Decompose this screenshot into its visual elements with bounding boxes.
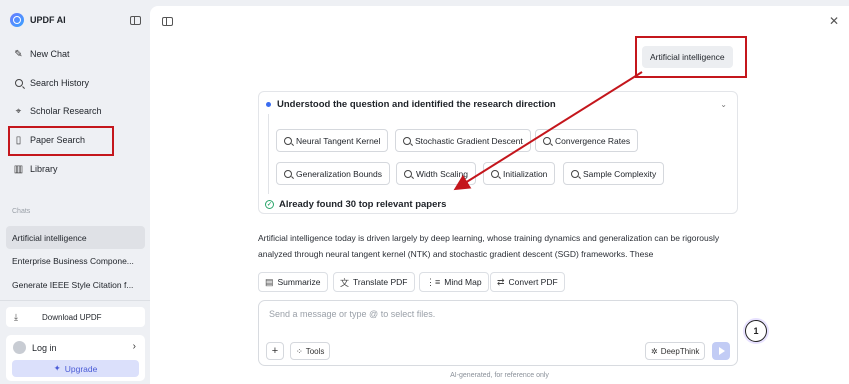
chip-label: Stochastic Gradient Descent (415, 135, 523, 146)
sidebar-item-label: Library (30, 164, 58, 174)
deepthink-icon: ✲ (651, 346, 658, 356)
search-icon (491, 169, 499, 178)
translate-pdf-button[interactable]: 文 Translate PDF (333, 272, 415, 292)
message-composer: + ⁘ Tools ✲ DeepThink (258, 300, 738, 366)
download-icon: ⤓ (14, 311, 18, 322)
found-papers-text: Already found 30 top relevant papers (279, 199, 447, 210)
library-icon: ▥ (13, 163, 24, 175)
sparkle-icon: ✦ (53, 363, 61, 373)
status-dot-icon (266, 102, 271, 107)
search-icon (404, 169, 412, 178)
sidebar-item-label: Scholar Research (30, 106, 102, 116)
paper-search-highlight (8, 126, 114, 156)
found-papers-status: ✓ Already found 30 top relevant papers (265, 199, 446, 210)
add-attachment-button[interactable]: + (266, 342, 284, 360)
sidebar-item-scholar-research[interactable]: ⌖ Scholar Research (8, 100, 144, 122)
action-label: Mind Map (444, 277, 482, 287)
chip-label: Convergence Rates (555, 135, 631, 146)
mind-map-button[interactable]: ⋮≡ Mind Map (419, 272, 489, 292)
keyword-chip[interactable]: Width Scaling (396, 162, 476, 185)
plus-icon: + (271, 345, 279, 357)
avatar (13, 341, 26, 354)
card-divider (268, 114, 269, 194)
telescope-icon: ⌖ (15, 105, 22, 117)
action-label: Summarize (277, 277, 321, 287)
search-icon (571, 169, 579, 178)
step-number-badge: 1 (745, 320, 767, 342)
download-label: Download UPDF (41, 312, 102, 322)
summarize-button[interactable]: ▤ Summarize (258, 272, 328, 292)
keyword-chip[interactable]: Sample Complexity (563, 162, 665, 185)
brand-name: UPDF AI (30, 15, 66, 25)
footer-disclaimer: AI-generated, for reference only (450, 372, 549, 379)
card-title: Understood the question and identified t… (277, 99, 556, 110)
send-button[interactable] (712, 342, 730, 360)
answer-text: Artificial intelligence today is driven … (258, 233, 720, 259)
translate-icon: 文 (340, 277, 350, 288)
chip-label: Initialization (503, 168, 548, 179)
sidebar-item-new-chat[interactable]: ✎ New Chat (8, 43, 144, 65)
download-updf-button[interactable]: ⤓ Download UPDF (6, 307, 145, 327)
convert-icon: ⇄ (497, 276, 505, 287)
search-icon (543, 136, 551, 145)
tools-icon: ⁘ (296, 346, 303, 356)
login-link[interactable]: Log in (32, 343, 57, 353)
search-icon (284, 169, 292, 178)
chip-label: Sample Complexity (583, 168, 657, 179)
sidebar: UPDF AI ✎ New Chat Search History ⌖ Scho… (0, 0, 150, 384)
edit-icon: ✎ (14, 48, 23, 60)
deepthink-button[interactable]: ✲ DeepThink (645, 342, 706, 360)
panel-toggle-icon[interactable] (162, 17, 173, 26)
chevron-down-icon[interactable]: ⌄ (720, 100, 727, 109)
brand: UPDF AI (10, 13, 66, 27)
chat-item[interactable]: Generate IEEE Style Citation f... (6, 273, 145, 296)
keyword-chip[interactable]: Neural Tangent Kernel (276, 129, 389, 152)
sidebar-divider (0, 300, 150, 301)
chip-label: Neural Tangent Kernel (296, 135, 381, 146)
keyword-chip[interactable]: Generalization Bounds (276, 162, 391, 185)
chat-item[interactable]: Enterprise Business Compone... (6, 249, 145, 272)
action-label: Convert PDF (508, 277, 558, 287)
mind-map-icon: ⋮≡ (426, 276, 441, 287)
chat-item[interactable]: Artificial intelligence (6, 226, 145, 249)
chip-label: Width Scaling (416, 168, 468, 179)
keyword-chip[interactable]: Initialization (483, 162, 556, 185)
search-icon (403, 136, 411, 145)
upgrade-label: Upgrade (64, 363, 98, 374)
convert-pdf-button[interactable]: ⇄ Convert PDF (490, 272, 565, 292)
upgrade-button[interactable]: ✦ Upgrade (12, 360, 139, 377)
search-icon (13, 78, 24, 89)
research-result-card: Understood the question and identified t… (258, 91, 738, 214)
tools-label: Tools (305, 346, 325, 356)
keyword-chip[interactable]: Stochastic Gradient Descent (395, 129, 531, 152)
sidebar-item-search-history[interactable]: Search History (8, 72, 144, 94)
sidebar-item-library[interactable]: ▥ Library (8, 158, 144, 180)
user-message-highlight (635, 36, 747, 78)
account-panel: Log in › ✦ Upgrade (6, 335, 145, 381)
sidebar-item-label: Search History (30, 78, 90, 88)
close-icon[interactable]: ✕ (829, 14, 839, 28)
chevron-right-icon[interactable]: › (133, 341, 136, 352)
chip-label: Generalization Bounds (296, 168, 383, 179)
keyword-chip[interactable]: Convergence Rates (535, 129, 639, 152)
message-input[interactable] (269, 309, 689, 319)
summarize-icon: ▤ (265, 276, 274, 287)
check-circle-icon: ✓ (265, 200, 274, 209)
search-icon (284, 136, 292, 145)
chat-panel: ✕ Artificial intelligence Understood the… (150, 6, 849, 384)
deepthink-label: DeepThink (660, 346, 700, 356)
sidebar-item-label: New Chat (30, 49, 70, 59)
action-label: Translate PDF (353, 277, 408, 287)
tools-button[interactable]: ⁘ Tools (290, 342, 331, 360)
chats-section-label: Chats (12, 208, 31, 215)
sidebar-toggle-icon[interactable] (130, 16, 141, 25)
updf-logo-icon (10, 13, 24, 27)
